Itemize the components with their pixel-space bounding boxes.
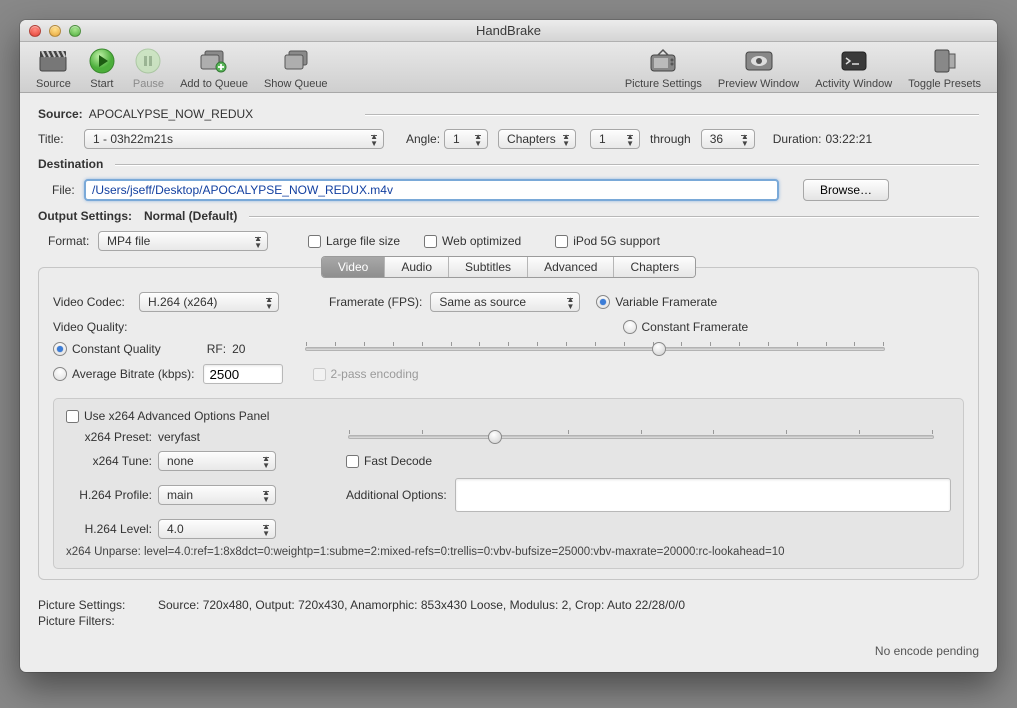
rf-label: RF: <box>207 342 226 356</box>
framerate-select[interactable]: Same as source▲▼ <box>430 292 580 312</box>
level-select[interactable]: 4.0▲▼ <box>158 519 276 539</box>
large-file-checkbox[interactable]: Large file size <box>308 234 400 248</box>
title-select[interactable]: 1 - 03h22m21s▲▼ <box>84 129 384 149</box>
play-icon <box>87 46 117 76</box>
picture-settings-button[interactable]: Picture Settings <box>625 46 702 90</box>
profile-select[interactable]: main▲▼ <box>158 485 276 505</box>
show-queue-button[interactable]: Show Queue <box>264 46 328 90</box>
video-codec-select[interactable]: H.264 (x264)▲▼ <box>139 292 279 312</box>
source-name: APOCALYPSE_NOW_REDUX <box>89 107 254 121</box>
preset-label: x264 Preset: <box>66 430 152 444</box>
output-preset: Normal (Default) <box>144 209 237 223</box>
avg-bitrate-radio[interactable]: Average Bitrate (kbps): <box>53 367 195 381</box>
tv-icon <box>648 46 678 76</box>
tab-subtitles[interactable]: Subtitles <box>449 257 528 277</box>
bitrate-input[interactable] <box>203 364 283 384</box>
variable-framerate-radio[interactable]: Variable Framerate <box>596 295 717 309</box>
duration-label: Duration: <box>773 132 822 146</box>
format-label: Format: <box>38 234 98 248</box>
output-settings-label: Output Settings: <box>38 209 132 223</box>
video-codec-label: Video Codec: <box>53 295 139 309</box>
profile-label: H.264 Profile: <box>66 488 152 502</box>
destination-label: Destination <box>38 157 103 171</box>
title-label: Title: <box>38 132 84 146</box>
format-select[interactable]: MP4 file▲▼ <box>98 231 268 251</box>
settings-panel: Video Audio Subtitles Advanced Chapters … <box>38 267 979 580</box>
angle-label: Angle: <box>406 132 440 146</box>
tab-chapters[interactable]: Chapters <box>614 257 695 277</box>
show-queue-icon <box>281 46 311 76</box>
angle-select[interactable]: 1▲▼ <box>444 129 488 149</box>
tab-audio[interactable]: Audio <box>385 257 449 277</box>
two-pass-checkbox: 2-pass encoding <box>313 367 419 381</box>
tune-select[interactable]: none▲▼ <box>158 451 276 471</box>
drawer-icon <box>930 46 960 76</box>
app-window: HandBrake Source Start Pause Add to Queu… <box>20 20 997 672</box>
chapter-from-select[interactable]: 1▲▼ <box>590 129 640 149</box>
video-quality-label: Video Quality: <box>53 320 128 334</box>
preset-slider[interactable] <box>348 435 934 439</box>
level-label: H.264 Level: <box>66 522 152 536</box>
activity-window-button[interactable]: Activity Window <box>815 46 892 90</box>
framerate-label: Framerate (FPS): <box>329 295 422 309</box>
toolbar: Source Start Pause Add to Queue Show Que… <box>20 42 997 93</box>
rf-value: 20 <box>232 342 245 356</box>
preview-window-button[interactable]: Preview Window <box>718 46 799 90</box>
toggle-presets-button[interactable]: Toggle Presets <box>908 46 981 90</box>
picture-settings-label: Picture Settings: <box>38 598 158 612</box>
unparse-text: x264 Unparse: level=4.0:ref=1:8x8dct=0:w… <box>66 546 785 558</box>
start-button[interactable]: Start <box>87 46 117 90</box>
tabs: Video Audio Subtitles Advanced Chapters <box>321 256 696 278</box>
encode-status: No encode pending <box>38 644 979 658</box>
tab-video[interactable]: Video <box>322 257 385 277</box>
chapter-type-select[interactable]: Chapters▲▼ <box>498 129 576 149</box>
picture-filters-label: Picture Filters: <box>38 614 158 628</box>
eye-icon <box>744 46 774 76</box>
add-queue-icon <box>199 46 229 76</box>
terminal-icon <box>839 46 869 76</box>
clapboard-icon <box>38 46 68 76</box>
window-title: HandBrake <box>20 23 997 38</box>
chapter-to-select[interactable]: 36▲▼ <box>701 129 755 149</box>
web-optimized-checkbox[interactable]: Web optimized <box>424 234 521 248</box>
additional-label: Additional Options: <box>346 488 447 502</box>
x264-panel: Use x264 Advanced Options Panel x264 Pre… <box>53 398 964 569</box>
pause-icon <box>133 46 163 76</box>
constant-quality-radio[interactable]: Constant Quality <box>53 342 161 356</box>
source-button[interactable]: Source <box>36 46 71 90</box>
file-input[interactable] <box>84 179 779 201</box>
add-queue-button[interactable]: Add to Queue <box>180 46 248 90</box>
duration-value: 03:22:21 <box>825 132 872 146</box>
constant-framerate-radio[interactable]: Constant Framerate <box>623 320 749 334</box>
use-adv-checkbox[interactable]: Use x264 Advanced Options Panel <box>66 409 269 423</box>
file-label: File: <box>38 183 84 197</box>
fast-decode-checkbox[interactable]: Fast Decode <box>346 454 432 468</box>
source-label: Source: <box>38 107 83 121</box>
additional-options-input[interactable] <box>455 478 951 512</box>
browse-button[interactable]: Browse… <box>803 179 889 201</box>
tab-advanced[interactable]: Advanced <box>528 257 614 277</box>
ipod-checkbox[interactable]: iPod 5G support <box>555 234 660 248</box>
tune-label: x264 Tune: <box>66 454 152 468</box>
picture-settings-value: Source: 720x480, Output: 720x430, Anamor… <box>158 598 685 612</box>
through-label: through <box>650 132 691 146</box>
titlebar: HandBrake <box>20 20 997 42</box>
preset-value: veryfast <box>158 430 218 444</box>
pause-button: Pause <box>133 46 164 90</box>
rf-slider[interactable] <box>305 347 885 351</box>
